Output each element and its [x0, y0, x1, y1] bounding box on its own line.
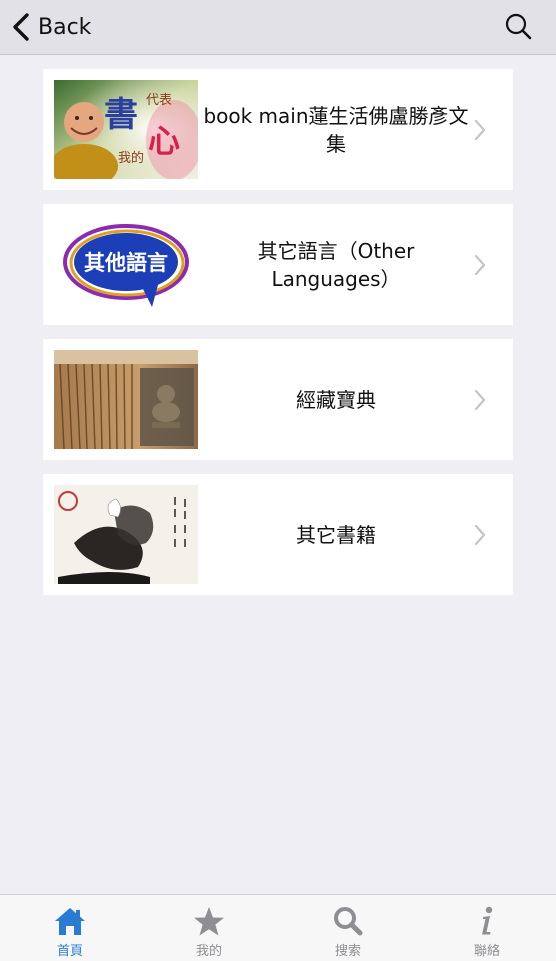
tab-search[interactable]: 搜索 — [298, 895, 398, 961]
list-item-other-books[interactable]: 其它書籍 — [43, 474, 513, 595]
thumb-char-book: 書 — [104, 95, 138, 135]
star-icon — [194, 907, 224, 936]
svg-text:代表: 代表 — [146, 93, 172, 108]
chevron-left-icon — [13, 13, 29, 41]
thumb-other-languages-text: 其他語言 — [84, 250, 168, 275]
chevron-right-icon — [474, 389, 486, 411]
tab-label-home: 首頁 — [56, 944, 83, 959]
other-languages-thumbnail: 其他語言 — [54, 215, 198, 314]
chevron-right-icon — [474, 119, 486, 141]
list-item-title: book main蓮生活佛盧勝彥文集 — [203, 103, 469, 156]
tab-bar: 首頁 我的 搜索 聯絡 — [0, 894, 556, 961]
back-button[interactable]: Back — [10, 8, 91, 46]
search-icon — [505, 13, 532, 40]
list-item-other-languages[interactable]: 其他語言 其它語言（Other Languages） — [43, 204, 513, 325]
navigation-bar: Back — [0, 0, 556, 55]
tab-mine[interactable]: 我的 — [159, 895, 259, 961]
home-icon — [55, 908, 85, 935]
search-button[interactable] — [502, 10, 536, 44]
info-icon — [482, 906, 493, 935]
tab-label-search: 搜索 — [334, 944, 361, 959]
list-item-title: 經藏寶典 — [296, 387, 376, 412]
tab-label-mine: 我的 — [195, 944, 222, 959]
tab-contact[interactable]: 聯絡 — [437, 895, 537, 961]
back-label: Back — [38, 14, 92, 40]
svg-text:心: 心 — [148, 122, 180, 160]
chevron-right-icon — [474, 524, 486, 546]
list-item-title: 其它語言（Other Languages） — [257, 238, 415, 291]
book-category-list: 書 代表 我的 心 book main蓮生活佛盧勝彥文集 其他語言 其它語言（O… — [43, 69, 513, 609]
svg-text:我的: 我的 — [118, 150, 144, 166]
book-main-thumbnail: 書 代表 我的 心 — [54, 80, 198, 179]
list-item-title: 其它書籍 — [296, 522, 376, 547]
tab-home[interactable]: 首頁 — [20, 895, 120, 961]
list-item-sutra-collection[interactable]: 經藏寶典 — [43, 339, 513, 460]
list-item-book-main[interactable]: 書 代表 我的 心 book main蓮生活佛盧勝彥文集 — [43, 69, 513, 190]
tab-label-contact: 聯絡 — [473, 944, 500, 959]
chevron-right-icon — [474, 254, 486, 276]
sutra-collection-thumbnail — [54, 350, 198, 449]
search-icon — [334, 907, 363, 936]
other-books-thumbnail — [54, 485, 198, 584]
